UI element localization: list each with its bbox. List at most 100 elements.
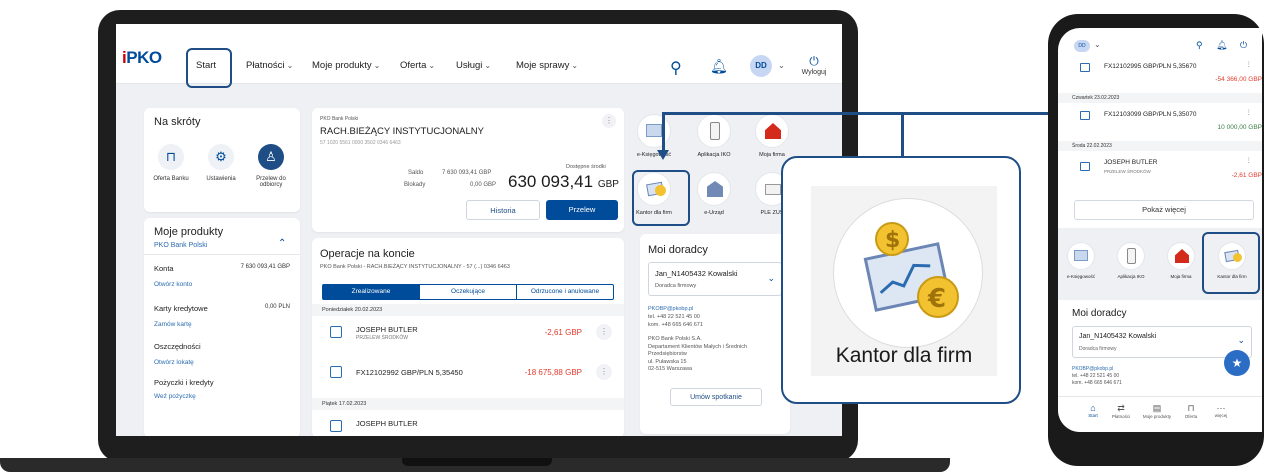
transfer-icon — [330, 420, 342, 432]
bottom-nav-products[interactable]: ▤ Moje produkty — [1138, 403, 1176, 419]
more-icon[interactable]: ⋮ — [596, 324, 612, 340]
blokady-value: 0,00 GBP — [470, 182, 497, 188]
nav-payments[interactable]: Płatności ⌄ — [246, 60, 293, 71]
tile-moja-firma[interactable]: Moja firma — [1158, 242, 1204, 279]
bell-icon[interactable]: 🔔︎ — [1216, 40, 1227, 51]
products-title: Moje produkty — [154, 226, 224, 238]
operation-row[interactable]: FX12102995 GBP/PLN 5,35670 ⋮ -54 366,00 … — [1058, 60, 1262, 90]
book-meeting-button[interactable]: Umów spotkanie — [670, 388, 762, 406]
shortcuts-title: Na skróty — [154, 116, 201, 128]
more-icon[interactable]: ⋮ — [1246, 60, 1253, 68]
currency-exchange-icon: $ € — [833, 198, 983, 348]
tile-moja-firma[interactable]: Moja firma — [744, 114, 800, 158]
bottom-nav-more[interactable]: ··· więcej — [1208, 403, 1234, 418]
tab-pending[interactable]: Oczekujące — [420, 285, 517, 299]
chevron-down-icon[interactable]: ⌄ — [1094, 40, 1101, 49]
nav-services[interactable]: Usługi ⌄ — [456, 60, 491, 71]
operation-row[interactable]: JOSEPH BUTLER — [312, 414, 624, 436]
operations-title: Operacje na koncie — [320, 248, 415, 260]
advisor-tel: tel. +48 22 521 45 00 — [1072, 373, 1120, 379]
more-icon[interactable]: ⋮ — [602, 114, 616, 128]
my-products-card: Moje produkty PKO Bank Polski ⌃ Konta 7 6… — [144, 218, 300, 436]
tab-completed[interactable]: Zrealizowane — [323, 285, 420, 299]
nav-my-matters[interactable]: Moje sprawy ⌄ — [516, 60, 578, 71]
history-button[interactable]: Historia — [466, 200, 540, 220]
shortcut-transfer[interactable]: ♙ Przelew do odbiorcy — [248, 144, 294, 188]
transfer-icon — [330, 326, 342, 338]
operation-row[interactable]: FX12103099 GBP/PLN 5,35070 ⋮ 10 000,00 G… — [1058, 108, 1262, 138]
operation-row[interactable]: JOSEPH BUTLER PRZELEW ŚRODKÓW -2,61 GBP … — [312, 320, 624, 348]
power-icon: ⏻ — [809, 54, 819, 68]
more-icon[interactable]: ⋮ — [596, 364, 612, 380]
product-accounts[interactable]: Konta 7 630 093,41 GBP Otwórz konto — [154, 264, 290, 288]
bell-icon[interactable]: 🔔︎ — [710, 58, 728, 75]
logout-button[interactable]: ⏻ Wyloguj — [796, 54, 832, 76]
chevron-down-icon[interactable]: ⌄ — [776, 60, 785, 71]
date-header: Piątek 17.02.2023 — [312, 398, 624, 410]
nav-my-products[interactable]: Moje produkty ⌄ — [312, 60, 380, 71]
account-bank: PKO Bank Polski — [320, 116, 359, 122]
chevron-down-icon: ⌄ — [1237, 335, 1245, 345]
products-bank[interactable]: PKO Bank Polski — [154, 242, 207, 249]
advisor-select[interactable]: Jan_N1405432 Kowalski Doradca firmowy ⌄ — [648, 262, 782, 296]
zoom-label: Kantor dla firm — [835, 344, 973, 367]
exchange-icon — [1080, 111, 1090, 120]
exchange-icon — [330, 366, 342, 378]
start-highlight — [186, 48, 232, 88]
power-icon[interactable]: ⏻ — [1240, 40, 1247, 51]
advisor-email[interactable]: PKOBP@pkobp.pl — [648, 306, 693, 312]
arrow-down-icon — [657, 150, 669, 160]
product-savings[interactable]: Oszczędności Otwórz lokatę — [154, 342, 290, 366]
tile-e-ksiegowosc[interactable]: e-Księgowość — [626, 114, 682, 158]
show-more-button[interactable]: Pokaż więcej — [1074, 200, 1254, 220]
building-icon — [697, 172, 731, 206]
tile-aplikacja-iko[interactable]: Aplikacja IKO — [686, 114, 742, 158]
avatar[interactable]: DD — [1074, 40, 1090, 52]
advisor-address: PKO Bank Polski S.A. Departament Klientó… — [648, 336, 748, 372]
advisors-title: Moi doradcy — [1072, 308, 1127, 319]
tab-rejected[interactable]: Odrzucone i anulowane — [517, 285, 613, 299]
available-label: Dostępne środki — [566, 164, 606, 170]
nav-offer[interactable]: Oferta ⌄ — [400, 60, 435, 71]
transfer-icon — [1080, 162, 1090, 171]
shortcut-settings[interactable]: ⚙ Ustawienia — [198, 144, 244, 182]
advisor-select[interactable]: Jan_N1405432 Kowalski Doradca firmowy ⌄ — [1072, 326, 1252, 358]
star-fab-icon[interactable]: ★ — [1224, 350, 1250, 376]
kantor-highlight — [1202, 232, 1260, 294]
phone-icon — [1117, 242, 1145, 270]
bottom-nav-offer[interactable]: ⊓ Oferta — [1178, 403, 1204, 419]
more-icon[interactable]: ⋮ — [1246, 108, 1253, 116]
advisors-title: Moi doradcy — [648, 244, 708, 256]
product-loans[interactable]: Pożyczki i kredyty Weź pożyczkę — [154, 378, 214, 400]
shortcut-offer[interactable]: ⊓ Oferta Banku — [148, 144, 194, 182]
house-icon — [755, 114, 789, 148]
tile-e-urzad[interactable]: e-Urząd — [686, 172, 742, 216]
bottom-nav-start[interactable]: ⌂ Start — [1080, 403, 1106, 418]
phone-screen: DD ⌄ ⚲ 🔔︎ ⏻ FX12102995 GBP/PLN 5,35670 ⋮… — [1058, 28, 1262, 432]
transfer-icon: ⇄ — [1117, 403, 1125, 413]
search-icon[interactable]: ⚲ — [670, 58, 682, 78]
product-credit-cards[interactable]: Karty kredytowe 0,00 PLN Zamów kartę — [154, 304, 290, 328]
zoom-callout: $ € Kantor dla firm — [781, 156, 1021, 404]
operation-row[interactable]: JOSEPH BUTLER PRZELEW ŚRODKÓW ⋮ -2,61 GB… — [1058, 156, 1262, 188]
chevron-down-icon: ⌄ — [286, 61, 294, 70]
tile-aplikacja-iko[interactable]: Aplikacja IKO — [1108, 242, 1154, 279]
ledger-icon — [637, 114, 671, 148]
transfer-button[interactable]: Przelew — [546, 200, 618, 220]
bottom-nav-payments[interactable]: ⇄ Płatności — [1108, 403, 1134, 419]
operations-card: Operacje na koncie PKO Bank Polski - RAC… — [312, 238, 624, 436]
advisor-email[interactable]: PKOBP@pkobp.pl — [1072, 366, 1113, 372]
chevron-down-icon: ⌄ — [571, 61, 579, 70]
house-icon — [1167, 242, 1195, 270]
more-icon[interactable]: ⋮ — [1246, 156, 1253, 164]
pko-logo[interactable]: iPKO — [122, 48, 162, 68]
chevron-up-icon[interactable]: ⌃ — [278, 238, 286, 249]
phone-icon — [697, 114, 731, 148]
avatar[interactable]: DD — [750, 55, 772, 77]
advisors-card: Moi doradcy Jan_N1405432 Kowalski Doradc… — [640, 234, 790, 434]
tile-e-ksiegowosc[interactable]: e-Księgowość — [1058, 242, 1104, 279]
search-icon[interactable]: ⚲ — [1196, 40, 1203, 51]
operation-row[interactable]: FX12102992 GBP/PLN 5,35450 -18 675,88 GB… — [312, 360, 624, 388]
wallet-icon: ▤ — [1152, 403, 1162, 413]
zoom-tile: $ € Kantor dla firm — [811, 186, 997, 376]
